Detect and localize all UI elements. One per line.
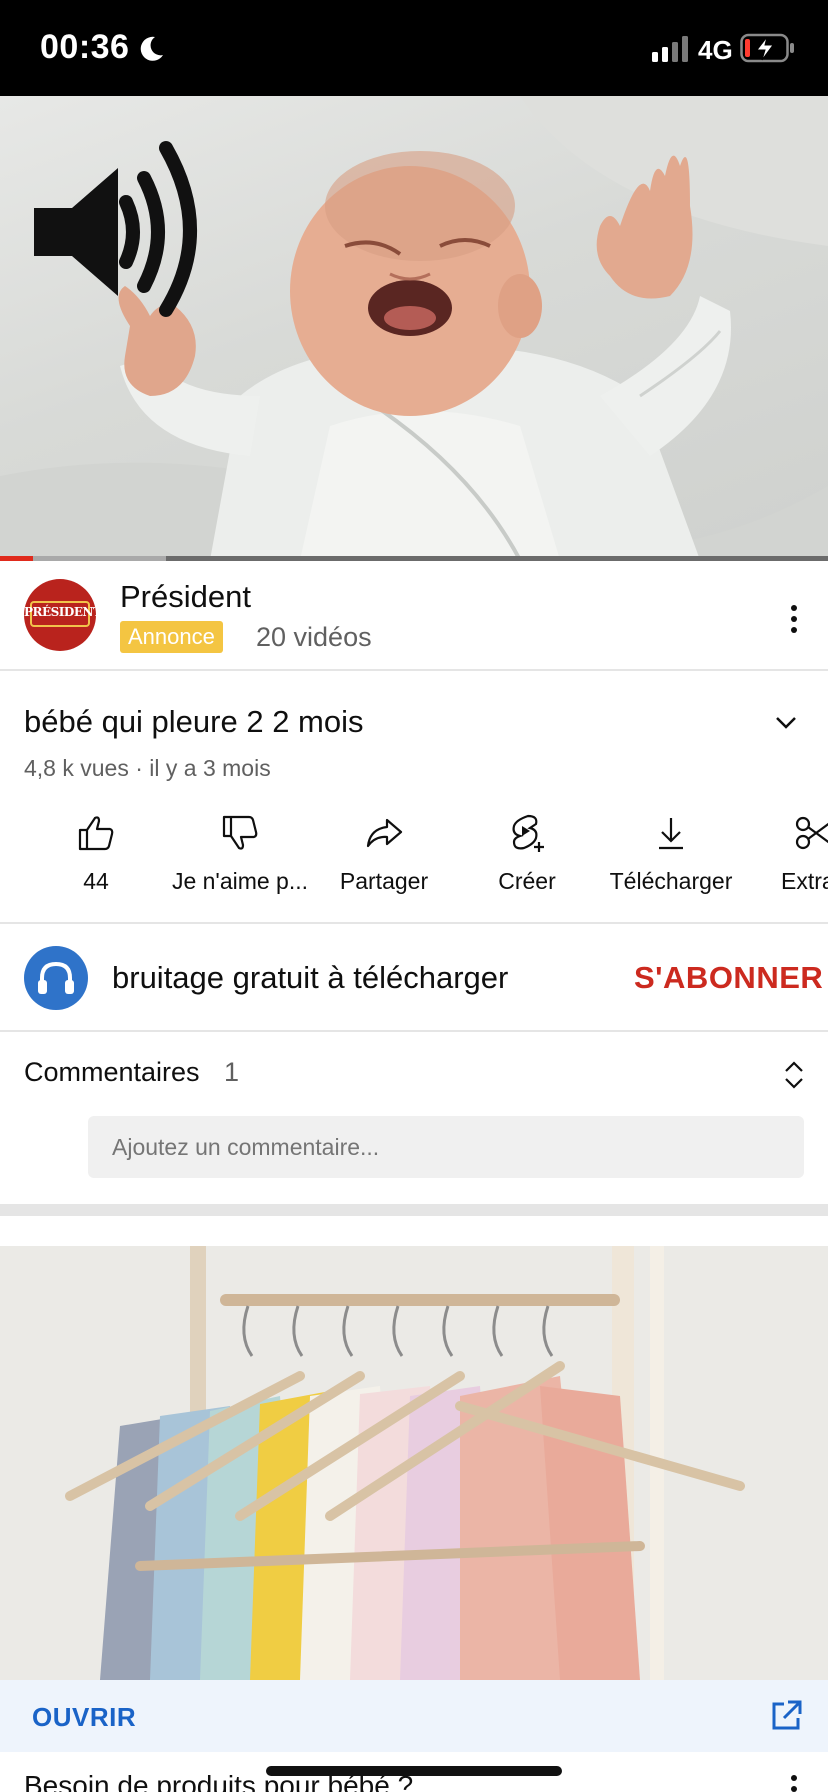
scissors-icon xyxy=(795,816,828,850)
chevron-down-icon[interactable] xyxy=(772,708,800,736)
channel-avatar[interactable] xyxy=(24,946,88,1010)
advertiser-logo[interactable]: PRÉSIDENT xyxy=(24,579,96,651)
ad-image[interactable] xyxy=(0,1246,828,1680)
more-options-icon[interactable] xyxy=(780,1772,808,1792)
logo-text: PRÉSIDENT xyxy=(24,605,96,619)
video-player[interactable] xyxy=(0,96,828,560)
status-bar: 00:36 4G xyxy=(0,0,828,96)
clothing-rack-image xyxy=(0,1246,828,1680)
comments-header[interactable]: Commentaires xyxy=(24,1057,200,1088)
advertiser-video-count: 20 vidéos xyxy=(256,622,372,652)
advertiser-name: Président xyxy=(120,579,251,614)
download-label: Télécharger xyxy=(609,868,733,894)
share-button[interactable]: Partager xyxy=(312,812,456,895)
like-count: 44 xyxy=(83,868,109,894)
extract-button[interactable]: Extra xyxy=(741,812,828,895)
section-divider xyxy=(0,1204,828,1216)
dislike-button[interactable]: Je n'aime p... xyxy=(168,812,312,895)
extract-label: Extra xyxy=(781,868,828,894)
comments-count: 1 xyxy=(224,1057,240,1087)
open-bar[interactable]: OUVRIR xyxy=(0,1680,828,1752)
more-options-icon[interactable] xyxy=(780,601,808,637)
ad-badge: Annonce xyxy=(120,621,223,653)
share-icon xyxy=(366,818,403,848)
action-bar: 44 Je n'aime p... Partager Créer Télécha… xyxy=(0,812,828,922)
open-button[interactable]: OUVRIR xyxy=(32,1702,136,1733)
expand-collapse-icon[interactable] xyxy=(780,1058,808,1092)
moon-icon xyxy=(140,36,163,61)
comment-input[interactable] xyxy=(88,1116,804,1178)
status-time: 00:36 xyxy=(40,28,130,66)
thumbs-up-icon xyxy=(78,816,114,851)
home-indicator[interactable] xyxy=(266,1766,562,1776)
share-label: Partager xyxy=(339,868,429,894)
network-label: 4G xyxy=(698,35,733,65)
create-label: Créer xyxy=(498,868,556,894)
signal-icon xyxy=(652,36,688,62)
battery-charging-icon xyxy=(740,33,794,63)
video-title[interactable]: bébé qui pleure 2 2 mois xyxy=(24,704,364,740)
headphones-icon xyxy=(38,961,74,994)
download-button[interactable]: Télécharger xyxy=(599,812,743,895)
video-thumbnail xyxy=(0,96,828,560)
like-button[interactable]: 44 xyxy=(24,812,168,895)
create-short-icon xyxy=(512,814,544,852)
subscribe-button[interactable]: S'ABONNER xyxy=(634,960,823,996)
dislike-label: Je n'aime p... xyxy=(171,868,309,894)
download-icon xyxy=(659,818,683,850)
thumbs-down-icon xyxy=(222,815,258,850)
create-button[interactable]: Créer xyxy=(455,812,599,895)
ad-channel-row[interactable]: PRÉSIDENT Président Annonce 20 vidéos xyxy=(0,561,828,671)
external-link-icon[interactable] xyxy=(768,1698,804,1734)
channel-name[interactable]: bruitage gratuit à télécharger xyxy=(112,960,508,996)
channel-row[interactable]: bruitage gratuit à télécharger S'ABONNER xyxy=(0,924,828,1032)
video-meta: 4,8 k vues · il y a 3 mois xyxy=(24,755,271,781)
